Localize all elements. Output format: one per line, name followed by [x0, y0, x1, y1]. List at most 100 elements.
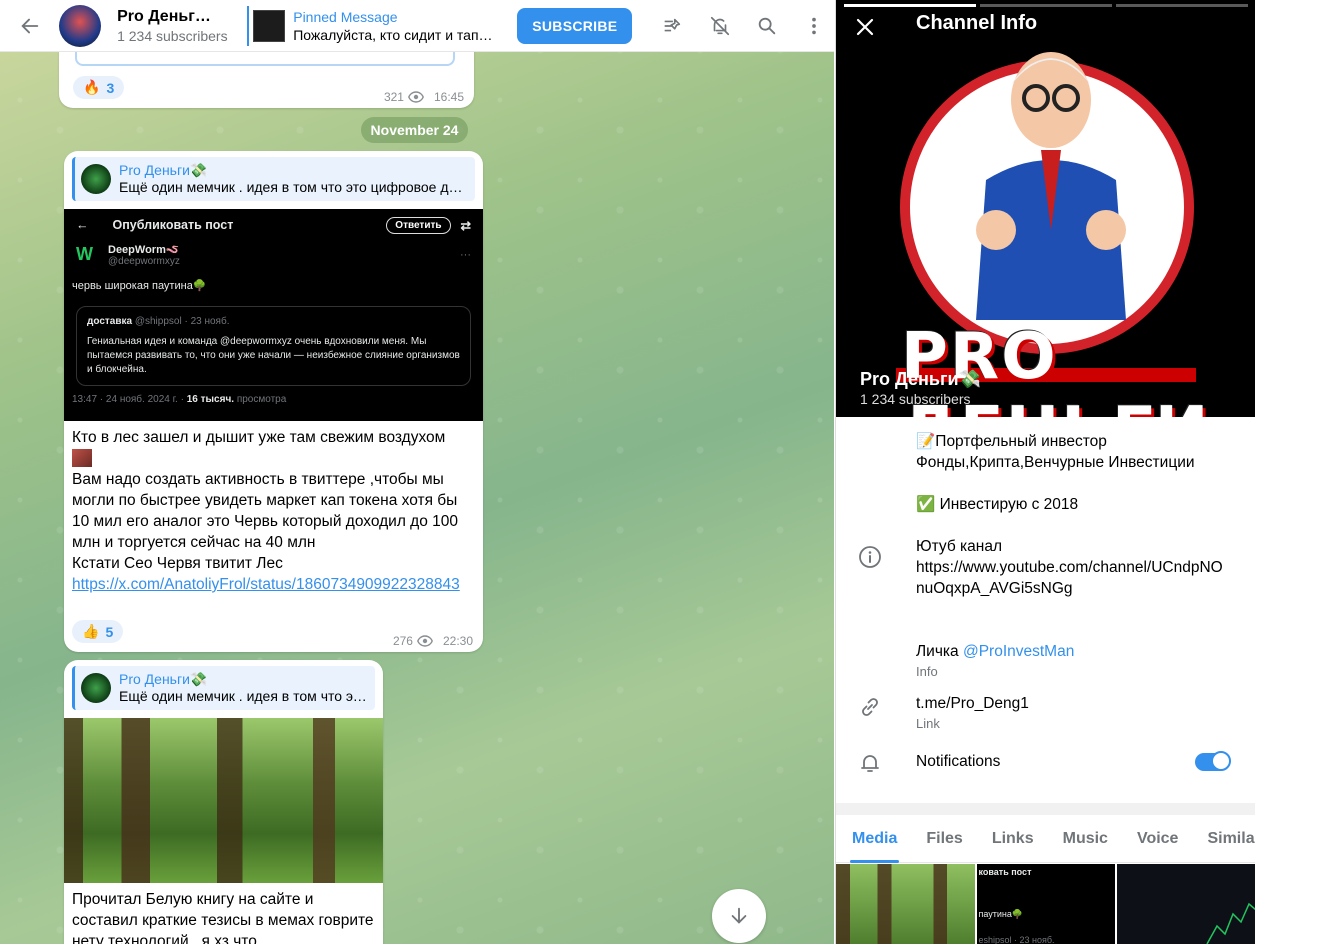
tweet-user: W DeepWorm🪱 @deepwormxyz ···	[64, 241, 483, 269]
tweet-screenshot[interactable]: ← Опубликовать пост Ответить ⇄ W DeepWor…	[64, 209, 483, 421]
tab-media[interactable]: Media	[849, 830, 900, 863]
tab-similar[interactable]: Simila	[1207, 830, 1254, 848]
forwarded-header[interactable]: Pro Деньги💸 Ещё один мемчик . идея в том…	[72, 666, 375, 710]
desc-line-4: Ютуб канал	[916, 538, 1003, 555]
search-icon	[758, 17, 776, 34]
panel-channel-name: Pro Деньги💸	[860, 369, 981, 389]
tab-links[interactable]: Links	[992, 830, 1034, 848]
tweet-user-name: DeepWorm🪱	[108, 244, 180, 256]
notifications-toggle[interactable]	[1195, 751, 1231, 771]
media-grid: ковать пост паутина🌳 eshipsol · 23 нояб.	[836, 864, 1255, 944]
media-thumb-forest[interactable]	[836, 864, 975, 944]
message-meta: 276 22:30	[393, 634, 473, 648]
more-button[interactable]	[795, 6, 834, 46]
subscribe-button[interactable]: SUBSCRIBE	[517, 7, 633, 44]
info-icon	[858, 545, 886, 573]
tweet-header-title: Опубликовать пост	[112, 218, 234, 232]
pinned-list-button[interactable]	[652, 6, 691, 46]
message-time: 16:45	[433, 90, 464, 104]
description-row[interactable]: 📝Портфельный инвестор Фонды,Крипта,Венчу…	[836, 431, 1255, 679]
message-line-3: Кстати Сео Червя твитит Лес	[72, 555, 283, 572]
mention-link[interactable]: @ProInvestMan	[963, 643, 1074, 660]
fire-emoji: 🔥	[83, 79, 101, 95]
tweet-foot-label: просмотра	[236, 394, 287, 405]
chat-area: 🔥 3 321 16:45 November 24 Pro Деньги💸 Ещ…	[0, 0, 834, 944]
bell-off-icon	[710, 16, 729, 35]
back-button[interactable]	[0, 0, 59, 52]
mute-button[interactable]	[700, 6, 739, 46]
link-icon	[858, 695, 886, 723]
forwarded-header[interactable]: Pro Деньги💸 Ещё один мемчик . идея в том…	[72, 157, 475, 201]
channel-title-block[interactable]: Pro Деньг… 1 234 subscribers	[117, 8, 235, 44]
notifications-row[interactable]: Notifications	[836, 751, 1255, 772]
tweet-handle: @deepwormxyz	[108, 256, 180, 267]
emoji-image-icon	[72, 449, 92, 467]
channel-avatar[interactable]	[59, 4, 102, 47]
desc-line-6: Личка	[916, 643, 959, 660]
panel-title: Channel Info	[916, 12, 1038, 34]
reaction-count: 3	[106, 79, 115, 96]
tab-voice[interactable]: Voice	[1137, 830, 1179, 848]
message-text: Кто в лес зашел и дышит уже там свежим в…	[64, 421, 483, 595]
close-icon	[856, 18, 874, 36]
tweet-reply-button: Ответить	[386, 216, 451, 234]
desc-line-3: ✅ Инвестирую с 2018	[916, 496, 1079, 513]
arrow-left-icon: ←	[76, 218, 89, 232]
bell-icon	[858, 751, 886, 779]
arrow-down-icon	[731, 907, 747, 924]
reaction-fire[interactable]: 🔥 3	[73, 76, 125, 99]
link-label: Link	[916, 716, 940, 731]
tab-files[interactable]: Files	[926, 830, 962, 848]
quote-meta: @shippsol · 23 нояб.	[134, 316, 230, 327]
chat-header: Pro Деньг… 1 234 subscribers Pinned Mess…	[0, 0, 834, 52]
date-separator: November 24	[361, 117, 468, 143]
search-button[interactable]	[747, 6, 786, 46]
chart-thumb-graphic	[1206, 902, 1255, 944]
desc-line-2: Фонды,Крипта,Венчурные Инвестиции	[916, 454, 1195, 471]
channel-hero-image[interactable]: PRO ДЕНЬГИ Channel Info Pro Деньги💸 1 23…	[836, 0, 1255, 417]
message-bubble-3[interactable]: Pro Деньги💸 Ещё один мемчик . идея в том…	[64, 660, 383, 944]
tweet-header: ← Опубликовать пост Ответить ⇄	[64, 209, 483, 241]
forest-photo[interactable]	[64, 718, 383, 883]
eye-icon	[408, 91, 424, 103]
quote-user: доставка	[87, 316, 133, 327]
pin-list-icon	[664, 18, 681, 31]
channel-info-panel: PRO ДЕНЬГИ Channel Info Pro Деньги💸 1 23…	[835, 0, 1255, 944]
more-icon: ···	[460, 249, 471, 261]
panel-subscribers: 1 234 subscribers	[860, 391, 971, 407]
desc-line-1: 📝Портфельный инвестор	[916, 433, 1107, 450]
message-line-1: Кто в лес зашел и дышит уже там свежим в…	[72, 429, 446, 446]
tweet-body: червь широкая паутина🌳	[72, 280, 207, 292]
tweet-footer: 13:47 · 24 нояб. 2024 г. · 16 тысяч. про…	[64, 390, 483, 409]
forward-text: Ещё один мемчик . идея в том что эт…	[119, 688, 369, 704]
pinned-text: Пожалуйста, кто сидит и тап…	[293, 26, 493, 43]
scroll-down-button[interactable]	[712, 889, 766, 943]
forward-text: Ещё один мемчик . идея в том что это циф…	[119, 179, 469, 195]
thumb-tweet-meta: eshipsol · 23 нояб.	[978, 935, 1055, 944]
message-meta: 321 16:45	[384, 90, 464, 104]
desc-line-5[interactable]: https://www.youtube.com/channel/UCndpNOn…	[916, 557, 1231, 599]
message-time: 22:30	[442, 634, 473, 648]
media-thumb-tweet[interactable]: ковать пост паутина🌳 eshipsol · 23 нояб.	[976, 864, 1115, 944]
media-thumb-chart[interactable]	[1117, 864, 1255, 944]
reaction-thumbs-up[interactable]: 👍 5	[72, 620, 124, 643]
link-value: t.me/Pro_Deng1	[916, 695, 1029, 712]
message-link[interactable]: https://x.com/AnatoliyFrol/status/186073…	[72, 576, 460, 593]
close-button[interactable]	[856, 12, 874, 43]
media-tabs: Media Files Links Music Voice Simila	[836, 815, 1255, 863]
view-count: 321	[383, 90, 404, 104]
more-vertical-icon	[812, 17, 817, 34]
arrow-left-icon	[20, 18, 38, 33]
tab-music[interactable]: Music	[1063, 830, 1108, 848]
message-line-2: Вам надо создать активность в твиттере ,…	[72, 471, 459, 551]
thumbs-up-emoji: 👍	[82, 623, 100, 639]
channel-info-list: 📝Портфельный инвестор Фонды,Крипта,Венчу…	[836, 417, 1255, 772]
tweet-foot-views: 16 тысяч.	[186, 394, 235, 405]
link-row[interactable]: t.me/Pro_Deng1 Link	[836, 693, 1255, 731]
forward-avatar	[81, 163, 111, 194]
forward-name: Pro Деньги💸	[119, 671, 208, 687]
message-bubble-2[interactable]: Pro Деньги💸 Ещё один мемчик . идея в том…	[64, 151, 483, 652]
pinned-message[interactable]: Pinned Message Пожалуйста, кто сидит и т…	[247, 5, 495, 46]
section-divider	[836, 803, 1255, 815]
thumb-tweet-header: ковать пост	[978, 867, 1032, 877]
